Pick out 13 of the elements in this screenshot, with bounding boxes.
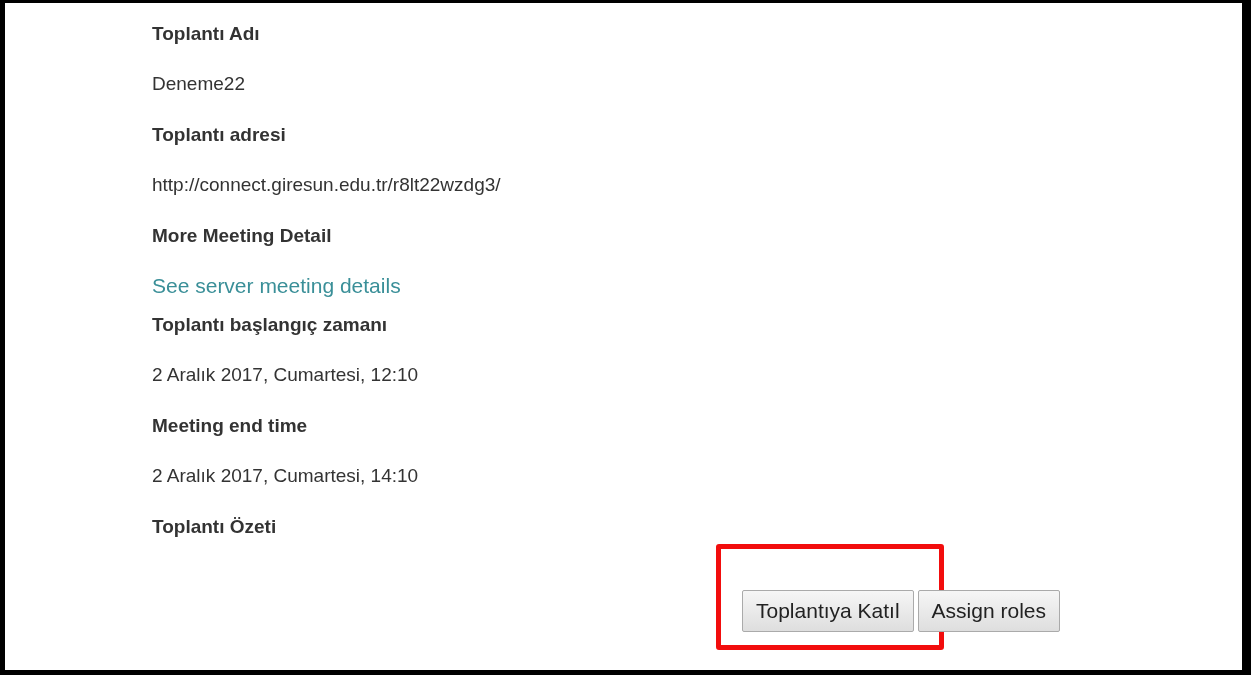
assign-roles-button[interactable]: Assign roles <box>917 590 1060 632</box>
field-value: 2 Aralık 2017, Cumartesi, 12:10 <box>152 363 420 387</box>
field-label: Toplantı Adı <box>152 22 261 46</box>
field-value: Deneme22 <box>152 72 246 96</box>
field-label: Toplantı Özeti <box>152 515 278 539</box>
field-label: Meeting end time <box>152 414 309 438</box>
field-label: More Meeting Detail <box>152 224 333 248</box>
field-value: 2 Aralık 2017, Cumartesi, 14:10 <box>152 464 420 488</box>
field-value: http://connect.giresun.edu.tr/r8lt22wzdg3/ <box>152 173 502 197</box>
details-link[interactable]: See server meeting details <box>152 274 401 297</box>
field-label: Toplantı başlangıç zamanı <box>152 313 389 337</box>
field-label: Toplantı adresi <box>152 123 287 147</box>
join-button[interactable]: Toplantıya Katıl <box>742 590 914 632</box>
